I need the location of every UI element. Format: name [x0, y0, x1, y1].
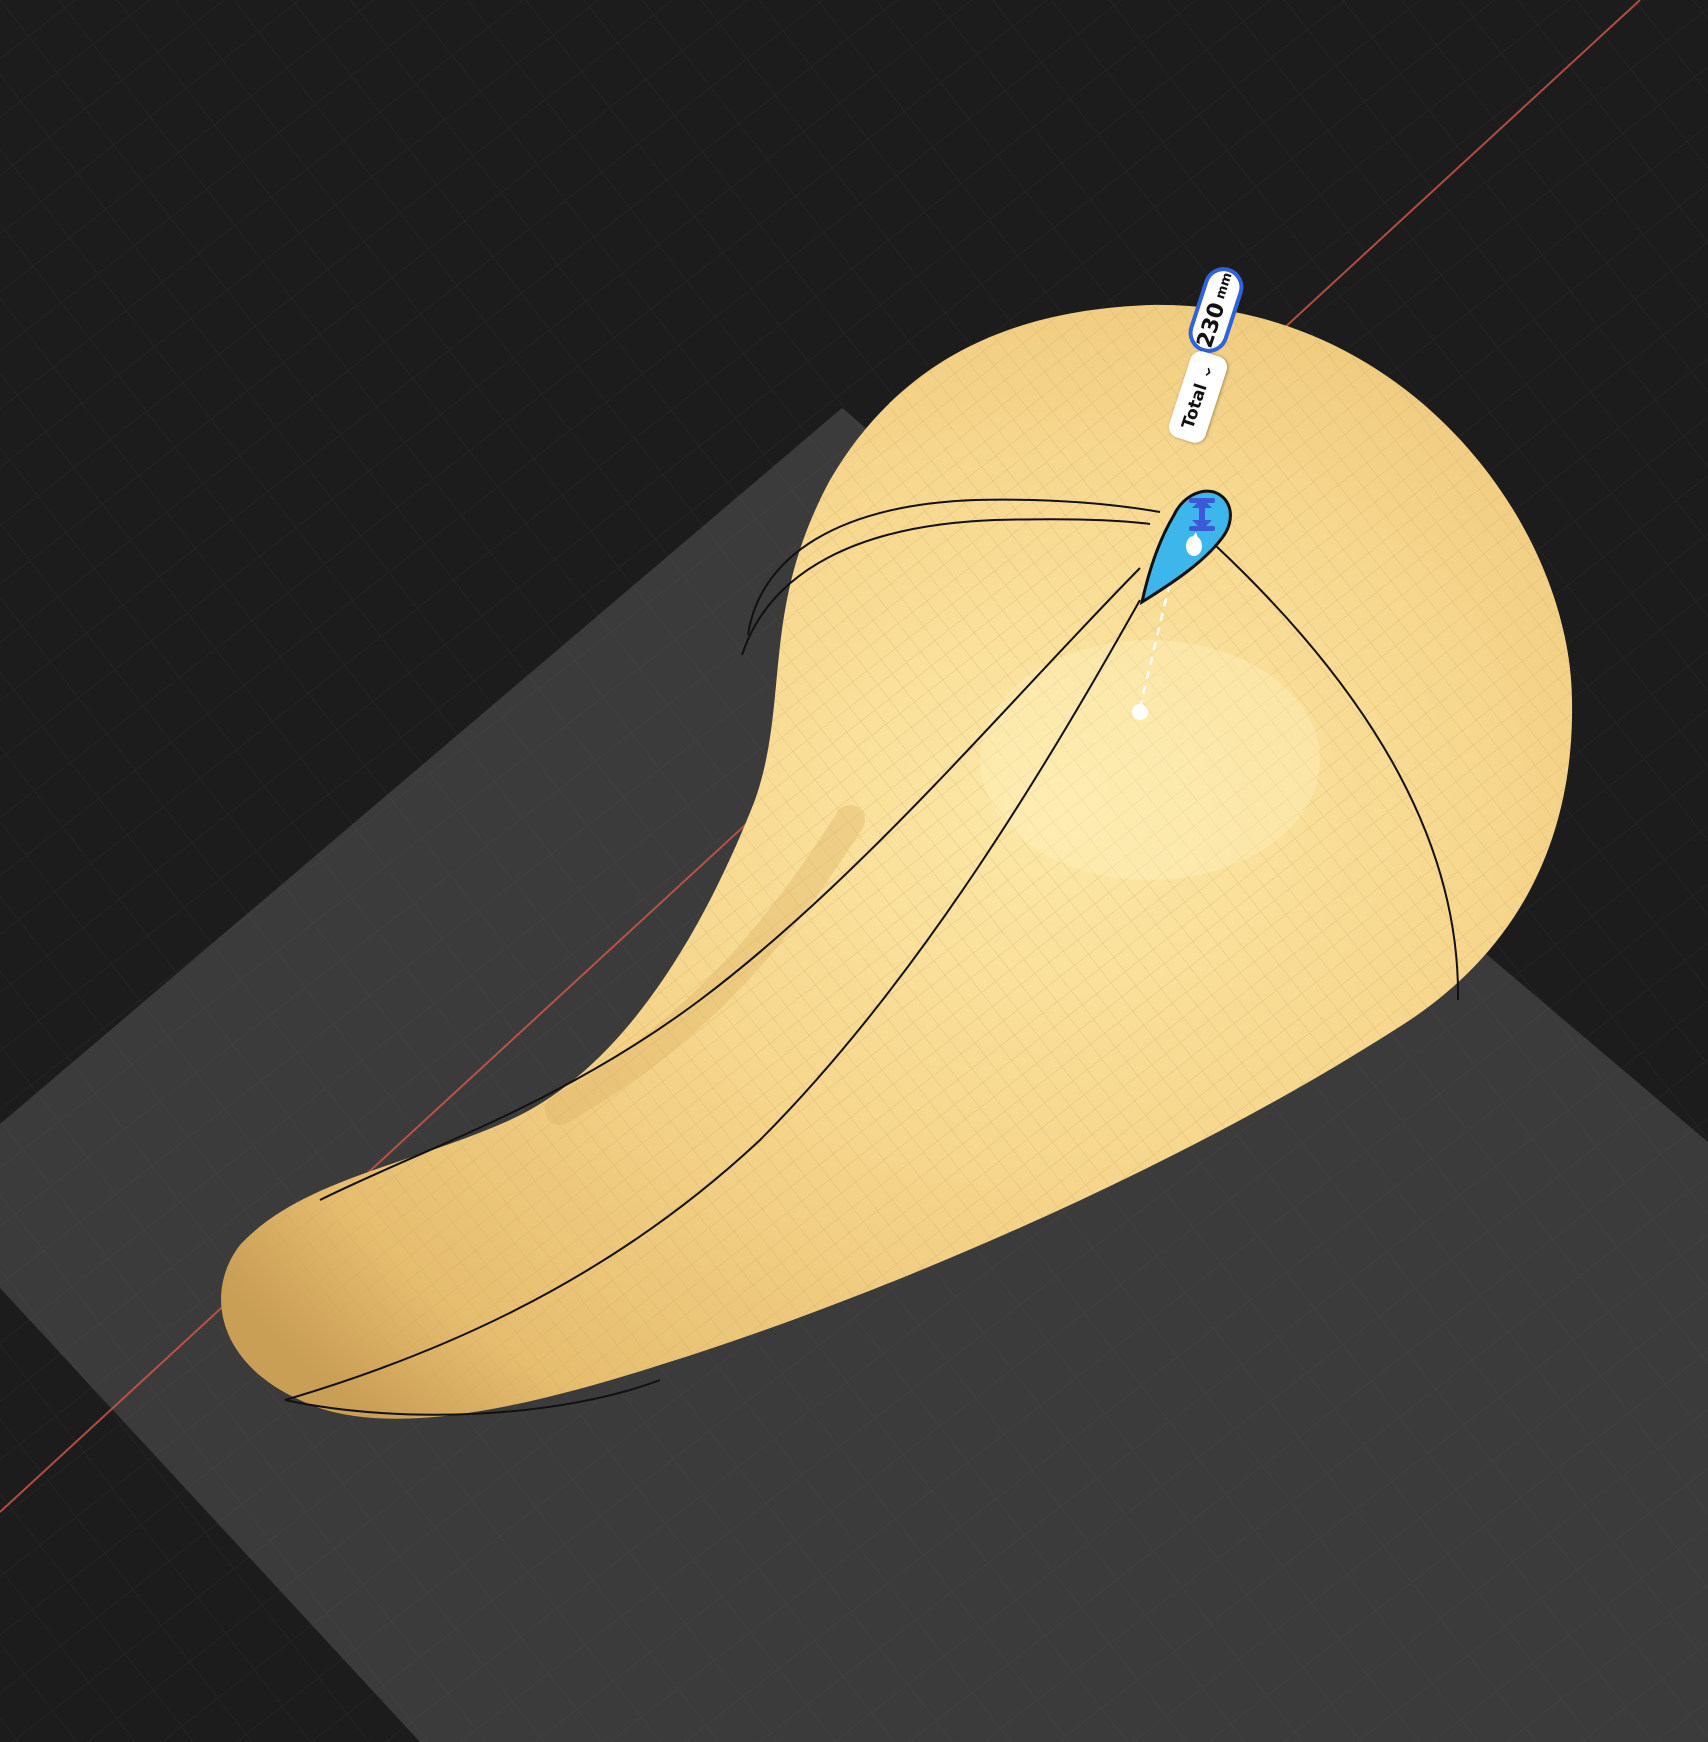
measure-mode-label: Total: [1178, 381, 1212, 432]
3d-viewport[interactable]: 230 mm Total ⌄: [0, 0, 1708, 1742]
dimension-unit: mm: [1212, 270, 1236, 301]
push-pull-handle[interactable]: [1134, 480, 1234, 610]
dimension-value: 230: [1192, 299, 1231, 351]
chevron-down-icon: ⌄: [1196, 360, 1217, 382]
